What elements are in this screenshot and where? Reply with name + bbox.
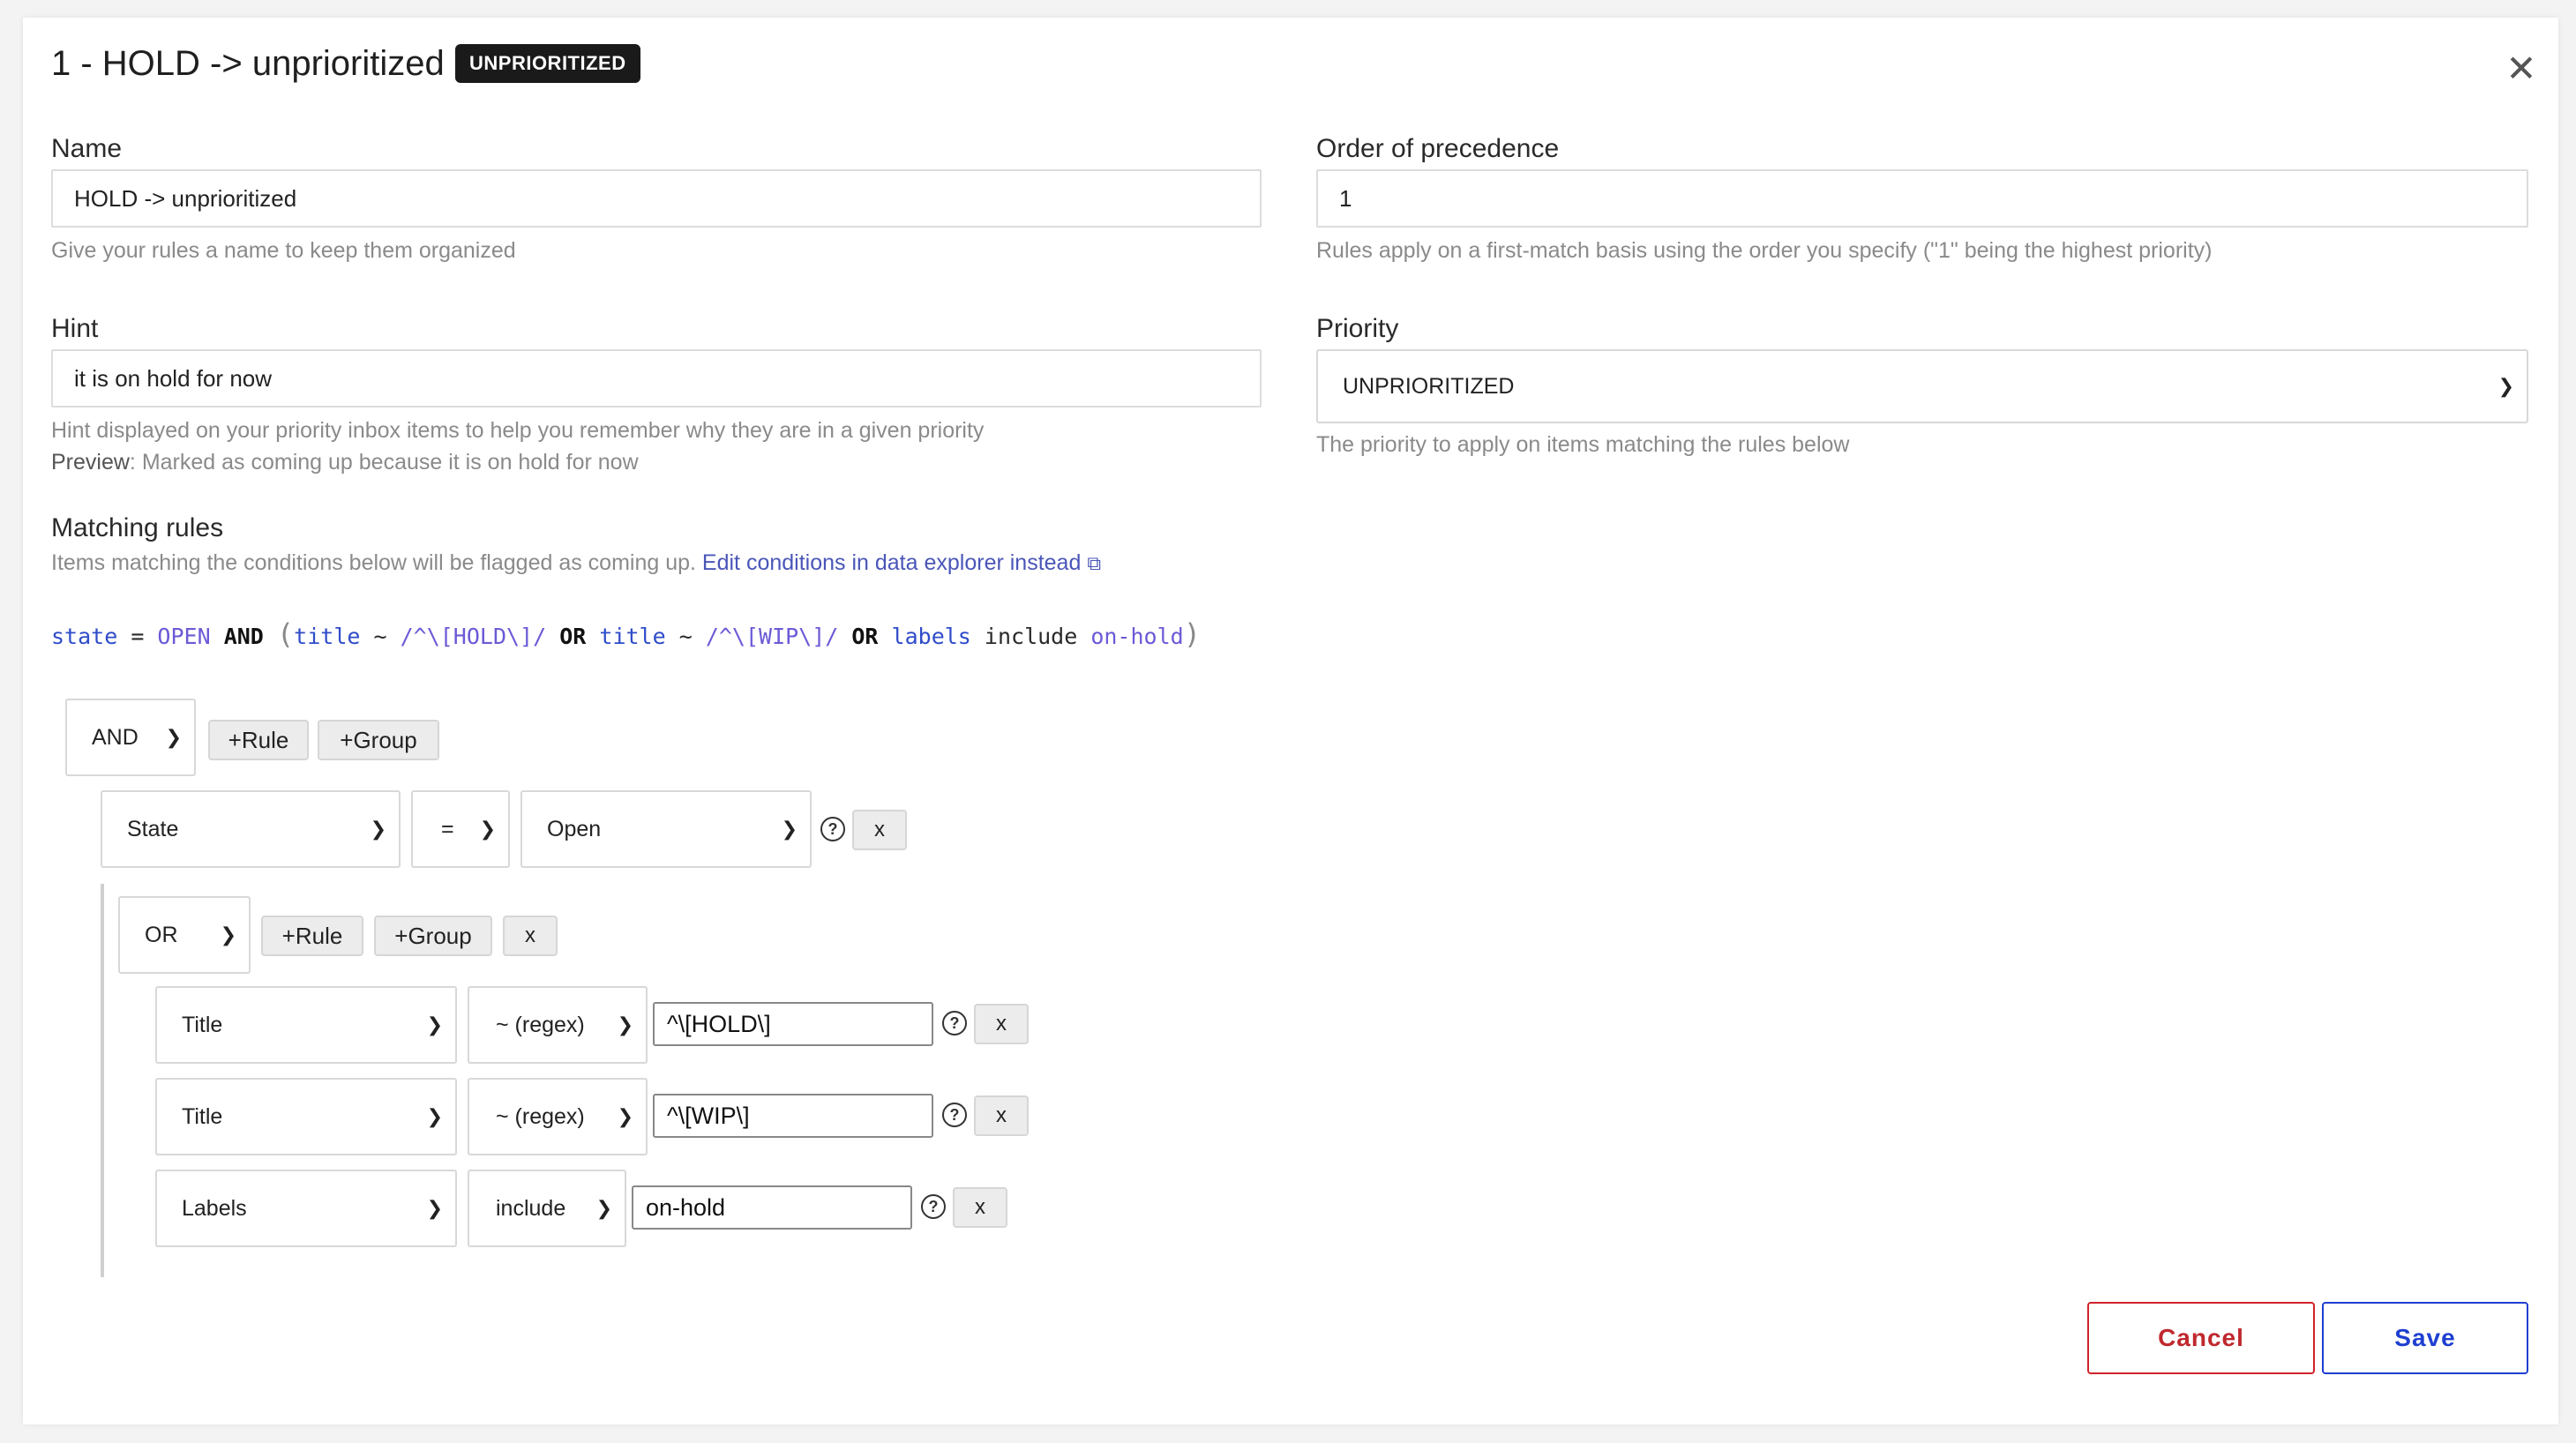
chevron-down-icon: ❯ <box>426 1013 443 1036</box>
rule-operator-value: include <box>496 1195 566 1221</box>
group-operator-value: OR <box>145 922 178 947</box>
rule-field-select[interactable]: State ❯ <box>101 790 401 868</box>
root-operator-select[interactable]: AND ❯ <box>65 699 196 776</box>
preview-label: Preview <box>51 450 130 475</box>
save-button[interactable]: Save <box>2322 1302 2528 1374</box>
expr-operator: ~ <box>665 624 706 649</box>
help-icon[interactable]: ? <box>921 1194 946 1219</box>
expr-field: title <box>599 624 666 649</box>
add-group-button[interactable]: +Group <box>318 720 439 760</box>
priority-select[interactable]: UNPRIORITIZED ❯ <box>1316 349 2528 423</box>
expr-operator: include <box>970 624 1091 649</box>
remove-rule-button[interactable]: x <box>974 1004 1029 1044</box>
expr-keyword: OR <box>838 624 892 649</box>
rule-operator-value: ~ (regex) <box>496 1103 585 1129</box>
matching-help-text: Items matching the conditions below will… <box>51 550 696 575</box>
remove-group-button[interactable]: x <box>503 916 558 956</box>
preview-text: : Marked as coming up because it is on h… <box>129 450 639 475</box>
modal-title: 1 - HOLD -> unprioritized <box>51 44 445 83</box>
priority-badge: UNPRIORITIZED <box>455 44 640 83</box>
priority-select-value: UNPRIORITIZED <box>1343 373 1515 399</box>
rule-field-value: Title <box>182 1103 223 1129</box>
rule-field-select[interactable]: Title ❯ <box>155 986 457 1064</box>
group-border <box>101 884 104 1277</box>
rule-editor-modal: 1 - HOLD -> unprioritized UNPRIORITIZED … <box>23 18 2558 1424</box>
name-label: Name <box>51 134 123 163</box>
add-rule-button[interactable]: +Rule <box>208 720 309 760</box>
chevron-down-icon: ❯ <box>426 1105 443 1127</box>
rule-operator-select[interactable]: ~ (regex) ❯ <box>468 986 648 1064</box>
chevron-down-icon: ❯ <box>617 1013 633 1036</box>
expr-keyword: AND <box>210 624 277 649</box>
chevron-down-icon: ❯ <box>781 818 798 840</box>
chevron-down-icon: ❯ <box>165 726 182 748</box>
chevron-down-icon: ❯ <box>370 818 386 840</box>
expr-field: title <box>294 624 361 649</box>
rule-value: Open <box>547 816 602 841</box>
rule-operator-select[interactable]: ~ (regex) ❯ <box>468 1078 648 1155</box>
rule-operator-select[interactable]: include ❯ <box>468 1170 626 1247</box>
remove-rule-button[interactable]: x <box>953 1187 1007 1228</box>
rule-field-value: Title <box>182 1012 223 1037</box>
expr-operator: ~ <box>360 624 401 649</box>
expr-paren: ( <box>276 617 295 651</box>
cancel-button[interactable]: Cancel <box>2087 1302 2315 1374</box>
edit-in-data-explorer-link[interactable]: Edit conditions in data explorer instead <box>702 550 1081 575</box>
hint-label: Hint <box>51 314 99 343</box>
rule-operator-value: = <box>441 816 454 841</box>
remove-rule-button[interactable]: x <box>852 810 907 850</box>
expr-operator: = <box>117 624 158 649</box>
chevron-down-icon: ❯ <box>2497 375 2514 397</box>
rule-field-select[interactable]: Labels ❯ <box>155 1170 457 1247</box>
hint-input[interactable]: it is on hold for now <box>51 349 1262 407</box>
chevron-down-icon: ❯ <box>595 1197 612 1219</box>
order-help: Rules apply on a first-match basis using… <box>1316 238 2213 263</box>
expr-value: OPEN <box>157 624 211 649</box>
expr-paren: ) <box>1183 617 1201 651</box>
hint-help: Hint displayed on your priority inbox it… <box>51 418 985 443</box>
priority-label: Priority <box>1316 314 1399 343</box>
order-input[interactable]: 1 <box>1316 169 2528 228</box>
rule-value-select[interactable]: Open ❯ <box>520 790 812 868</box>
chevron-down-icon: ❯ <box>617 1105 633 1127</box>
expr-keyword: OR <box>546 624 600 649</box>
external-link-icon: ⧉ <box>1087 552 1102 574</box>
rule-operator-value: ~ (regex) <box>496 1012 585 1037</box>
hint-preview: Preview: Marked as coming up because it … <box>51 450 639 475</box>
help-icon[interactable]: ? <box>942 1011 967 1036</box>
order-label: Order of precedence <box>1316 134 1560 163</box>
priority-help: The priority to apply on items matching … <box>1316 432 1850 457</box>
expr-field: state <box>51 624 118 649</box>
rule-value-input[interactable]: on-hold <box>632 1185 912 1230</box>
expr-value: /^\[WIP\]/ <box>705 624 839 649</box>
rule-operator-select[interactable]: = ❯ <box>411 790 510 868</box>
expr-field: labels <box>891 624 971 649</box>
rule-field-select[interactable]: Title ❯ <box>155 1078 457 1155</box>
name-input[interactable]: HOLD -> unprioritized <box>51 169 1262 228</box>
help-icon[interactable]: ? <box>820 817 845 841</box>
matching-rules-label: Matching rules <box>51 513 224 542</box>
name-help: Give your rules a name to keep them orga… <box>51 238 516 263</box>
matching-rules-help: Items matching the conditions below will… <box>51 550 1101 576</box>
remove-rule-button[interactable]: x <box>974 1095 1029 1136</box>
rule-value-input[interactable]: ^\[WIP\] <box>653 1094 933 1138</box>
rule-field-value: Labels <box>182 1195 247 1221</box>
rule-field-value: State <box>127 816 179 841</box>
chevron-down-icon: ❯ <box>479 818 496 840</box>
chevron-down-icon: ❯ <box>426 1197 443 1219</box>
close-icon[interactable]: ✕ <box>2504 50 2539 88</box>
rule-value-input[interactable]: ^\[HOLD\] <box>653 1002 933 1046</box>
group-add-group-button[interactable]: +Group <box>374 916 492 956</box>
group-operator-select[interactable]: OR ❯ <box>118 896 251 974</box>
expr-value: /^\[HOLD\]/ <box>400 624 547 649</box>
rule-expression: state = OPEN AND (title ~ /^\[HOLD\]/ OR… <box>51 617 1201 651</box>
expr-value: on-hold <box>1090 624 1184 649</box>
chevron-down-icon: ❯ <box>220 923 236 946</box>
group-add-rule-button[interactable]: +Rule <box>261 916 363 956</box>
root-operator-value: AND <box>92 724 139 750</box>
help-icon[interactable]: ? <box>942 1103 967 1127</box>
